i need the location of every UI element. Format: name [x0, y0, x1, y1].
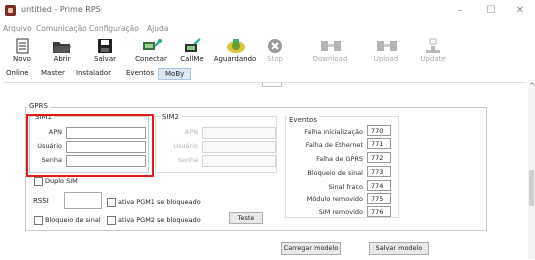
salvar-button[interactable]: Salvar [83, 38, 127, 68]
close-button[interactable]: ✕ [505, 3, 535, 19]
rssi-display [64, 192, 102, 209]
ativa-pgm2-checkbox[interactable] [107, 216, 116, 225]
teste-button[interactable]: Teste [229, 212, 263, 224]
evento-value-input[interactable]: 775 [367, 193, 391, 204]
callme-button[interactable]: CallMe [170, 38, 214, 68]
callme-icon [182, 38, 202, 54]
abrir-label: Abrir [53, 55, 71, 63]
evento-value-input[interactable]: 773 [367, 166, 391, 177]
update-icon [423, 38, 443, 54]
evento-label: Módulo removido [306, 195, 363, 203]
new-file-icon [12, 38, 32, 54]
evento-label: Bloqueio de sinal [307, 169, 363, 177]
evento-value-input[interactable]: 771 [367, 138, 391, 149]
stop-button[interactable]: Stop [253, 38, 297, 68]
scroll-up-icon[interactable]: ^ [529, 82, 535, 90]
eventos-title: Eventos [287, 116, 319, 124]
conectar-button[interactable]: Conectar [129, 38, 173, 68]
upload-button[interactable]: Upload [364, 38, 408, 68]
sim2-usuario-input[interactable] [202, 141, 276, 153]
download-icon [320, 38, 341, 54]
evento-label: SIM removido [318, 208, 363, 216]
download-button[interactable]: Download [302, 38, 358, 68]
rssi-label: RSSI [33, 197, 49, 205]
menu-configuracao[interactable]: Configuração [89, 24, 139, 33]
scrollbar-thumb[interactable] [529, 170, 534, 206]
stop-icon [265, 38, 285, 54]
open-folder-icon [52, 38, 72, 54]
panel-handle [262, 83, 282, 87]
tab-instalador[interactable]: Instalador [73, 69, 114, 77]
menu-ajuda[interactable]: Ajuda [147, 24, 168, 33]
bloqueio-sinal-label: Bloqueio de sinal [45, 216, 101, 224]
duplo-sim-checkbox[interactable] [34, 177, 43, 186]
highlight-box [26, 114, 154, 177]
evento-label: Falha de GPRS [316, 155, 363, 163]
sim2-title: SIM2 [160, 113, 182, 121]
callme-label: CallMe [180, 55, 204, 63]
stop-label: Stop [267, 55, 283, 63]
duplo-sim-label: Duplo SIM [45, 177, 78, 185]
evento-label: Falha inicialização [304, 128, 363, 136]
sim2-senha-input[interactable] [202, 155, 276, 167]
ativa-pgm1-label: ativa PGM1 se bloqueado [118, 198, 201, 206]
evento-value-input[interactable]: 770 [367, 125, 391, 136]
abrir-button[interactable]: Abrir [40, 38, 84, 68]
ativa-pgm2-label: ativa PGM2 se bloqueado [118, 216, 201, 224]
update-button[interactable]: Update [411, 38, 455, 68]
conectar-label[interactable]: Conectar [129, 55, 173, 63]
tab-online[interactable]: Online [3, 69, 32, 77]
ativa-pgm1-checkbox[interactable] [107, 198, 116, 207]
minimize-button[interactable]: – [445, 3, 475, 19]
evento-value-input[interactable]: 774 [367, 180, 391, 191]
bloqueio-sinal-checkbox[interactable] [34, 216, 43, 225]
update-label: Update [420, 55, 446, 63]
connect-icon [141, 38, 162, 54]
sim2-senha-label: Senha [177, 156, 198, 164]
tab-eventos[interactable]: Eventos [123, 69, 157, 77]
aguardando-button[interactable]: Aguardando [213, 38, 257, 68]
menu-comunicacao[interactable]: Comunicação [36, 24, 87, 33]
app-icon [5, 5, 16, 16]
upload-label: Upload [373, 55, 399, 63]
salvar-label: Salvar [94, 55, 116, 63]
evento-value-input[interactable]: 772 [367, 152, 391, 163]
sim2-apn-input[interactable] [202, 127, 276, 139]
aguardando-label: Aguardando [213, 55, 257, 63]
menu-arquivo[interactable]: Arquivo [3, 24, 32, 33]
novo-button[interactable]: Novo [0, 38, 44, 68]
maximize-button[interactable]: ☐ [476, 3, 506, 19]
salvar-modelo-button[interactable]: Salvar modelo [369, 242, 429, 255]
evento-label: Sinal fraco [328, 183, 363, 191]
evento-label: Falha de Ethernet [305, 141, 363, 149]
novo-label: Novo [13, 55, 31, 63]
evento-value-input[interactable]: 776 [367, 206, 391, 217]
upload-icon [376, 38, 397, 54]
tab-moby[interactable]: MoBy [158, 68, 192, 80]
sim2-apn-label: APN [184, 128, 198, 136]
carregar-modelo-button[interactable]: Carregar modelo [281, 242, 341, 255]
gprs-title: GPRS [27, 102, 50, 110]
tab-master[interactable]: Master [38, 69, 68, 77]
sim2-usuario-label: Usuário [173, 142, 198, 150]
window-title: untitled - Prime RPS [21, 5, 101, 14]
save-disk-icon [95, 38, 115, 54]
download-label: Download [312, 55, 348, 63]
waiting-icon [225, 38, 245, 54]
